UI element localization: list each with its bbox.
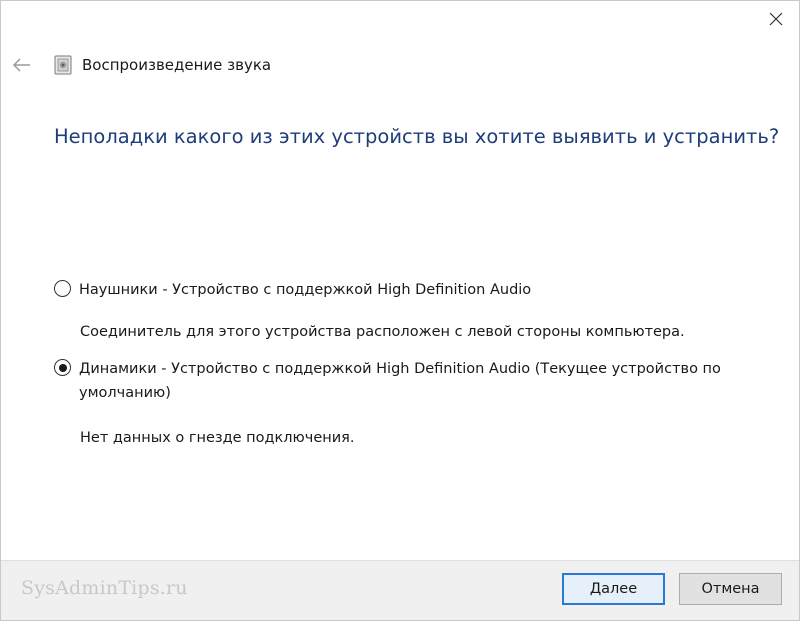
option-headphones-description: Соединитель для этого устройства располо… xyxy=(80,324,685,340)
next-button[interactable]: Далее xyxy=(562,573,665,605)
option-speakers-label: Динамики - Устройство с поддержкой High … xyxy=(79,361,721,401)
watermark: SysAdminTips.ru xyxy=(21,577,188,599)
back-arrow-icon xyxy=(12,58,30,72)
close-button[interactable] xyxy=(753,1,799,37)
close-icon xyxy=(769,12,783,26)
option-speakers-description: Нет данных о гнезде подключения. xyxy=(80,430,355,446)
option-headphones-label: Наушники - Устройство с поддержкой High … xyxy=(79,282,532,298)
radio-speakers[interactable] xyxy=(54,359,71,376)
cancel-button[interactable]: Отмена xyxy=(679,573,782,605)
back-button[interactable] xyxy=(7,53,37,77)
troubleshooter-window: Воспроизведение звука Неполадки какого и… xyxy=(0,0,800,621)
window-title: Воспроизведение звука xyxy=(82,56,272,74)
speaker-app-icon xyxy=(54,55,72,75)
radio-headphones[interactable] xyxy=(54,280,71,297)
page-heading: Неполадки какого из этих устройств вы хо… xyxy=(54,125,780,148)
footer-bar: SysAdminTips.ru Далее Отмена xyxy=(1,560,799,620)
